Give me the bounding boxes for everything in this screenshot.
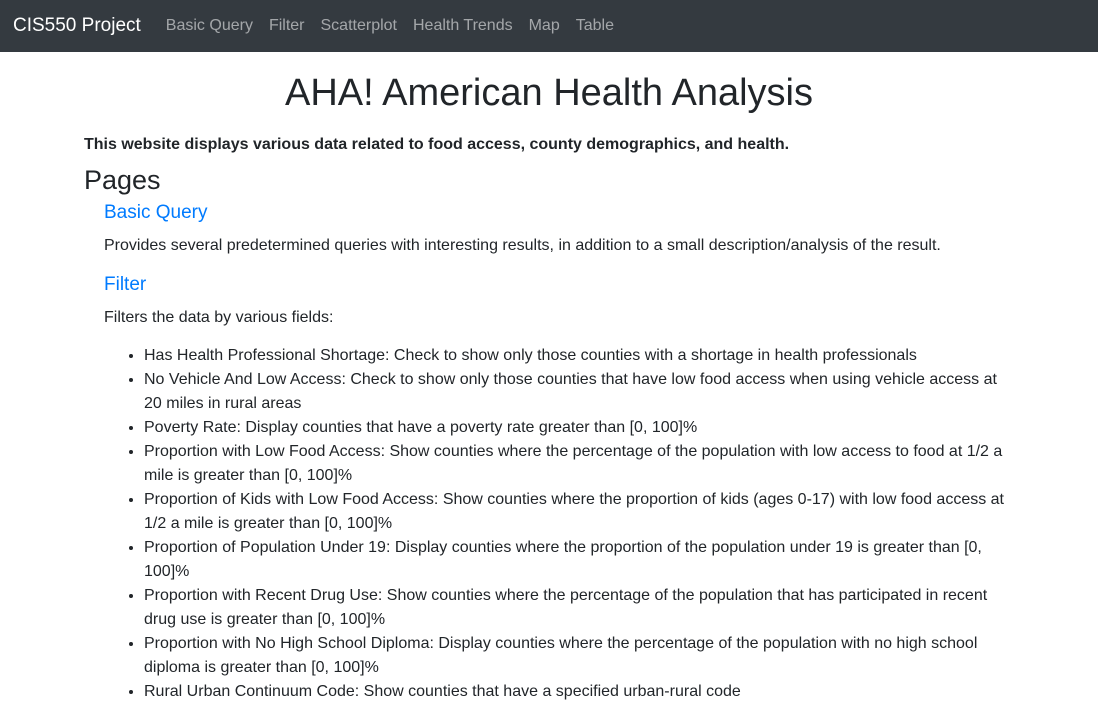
nav-link-health-trends[interactable]: Health Trends <box>413 17 513 35</box>
section-basic-query: Basic Query Provides several predetermin… <box>84 200 1014 258</box>
top-navbar: CIS550 Project Basic Query Filter Scatte… <box>0 0 1098 52</box>
filter-link[interactable]: Filter <box>104 274 146 295</box>
list-item: Has Health Professional Shortage: Check … <box>144 344 1014 368</box>
nav-link-map[interactable]: Map <box>529 17 560 35</box>
list-item: No Vehicle And Low Access: Check to show… <box>144 368 1014 416</box>
list-item: Proportion with Recent Drug Use: Show co… <box>144 584 1014 632</box>
nav-link-filter[interactable]: Filter <box>269 17 305 35</box>
section-description: Provides several predetermined queries w… <box>104 237 941 254</box>
section-heading: Filter <box>104 272 1014 298</box>
list-item: Proportion with No High School Diploma: … <box>144 632 1014 680</box>
nav-link-basic-query[interactable]: Basic Query <box>166 17 253 35</box>
section-description: Filters the data by various fields: <box>104 309 334 326</box>
pages-heading: Pages <box>84 165 161 195</box>
section-filter: Filter Filters the data by various field… <box>84 272 1014 704</box>
list-item: Rural Urban Continuum Code: Show countie… <box>144 680 1014 704</box>
list-item: Poverty Rate: Display counties that have… <box>144 416 1014 440</box>
page-title: AHA! American Health Analysis <box>284 72 813 114</box>
list-item: Proportion with Low Food Access: Show co… <box>144 440 1014 488</box>
section-heading: Basic Query <box>104 200 1014 226</box>
basic-query-link[interactable]: Basic Query <box>104 202 207 223</box>
list-item: Proportion of Population Under 19: Displ… <box>144 536 1014 584</box>
main-container: AHA! American Health Analysis This websi… <box>84 70 1014 704</box>
nav-link-table[interactable]: Table <box>576 17 614 35</box>
filter-fields-list: Has Health Professional Shortage: Check … <box>104 344 1014 704</box>
nav-link-scatterplot[interactable]: Scatterplot <box>321 17 397 35</box>
intro-text: This website displays various data relat… <box>84 136 790 153</box>
list-item: Proportion of Kids with Low Food Access:… <box>144 488 1014 536</box>
brand-link[interactable]: CIS550 Project <box>13 15 141 37</box>
